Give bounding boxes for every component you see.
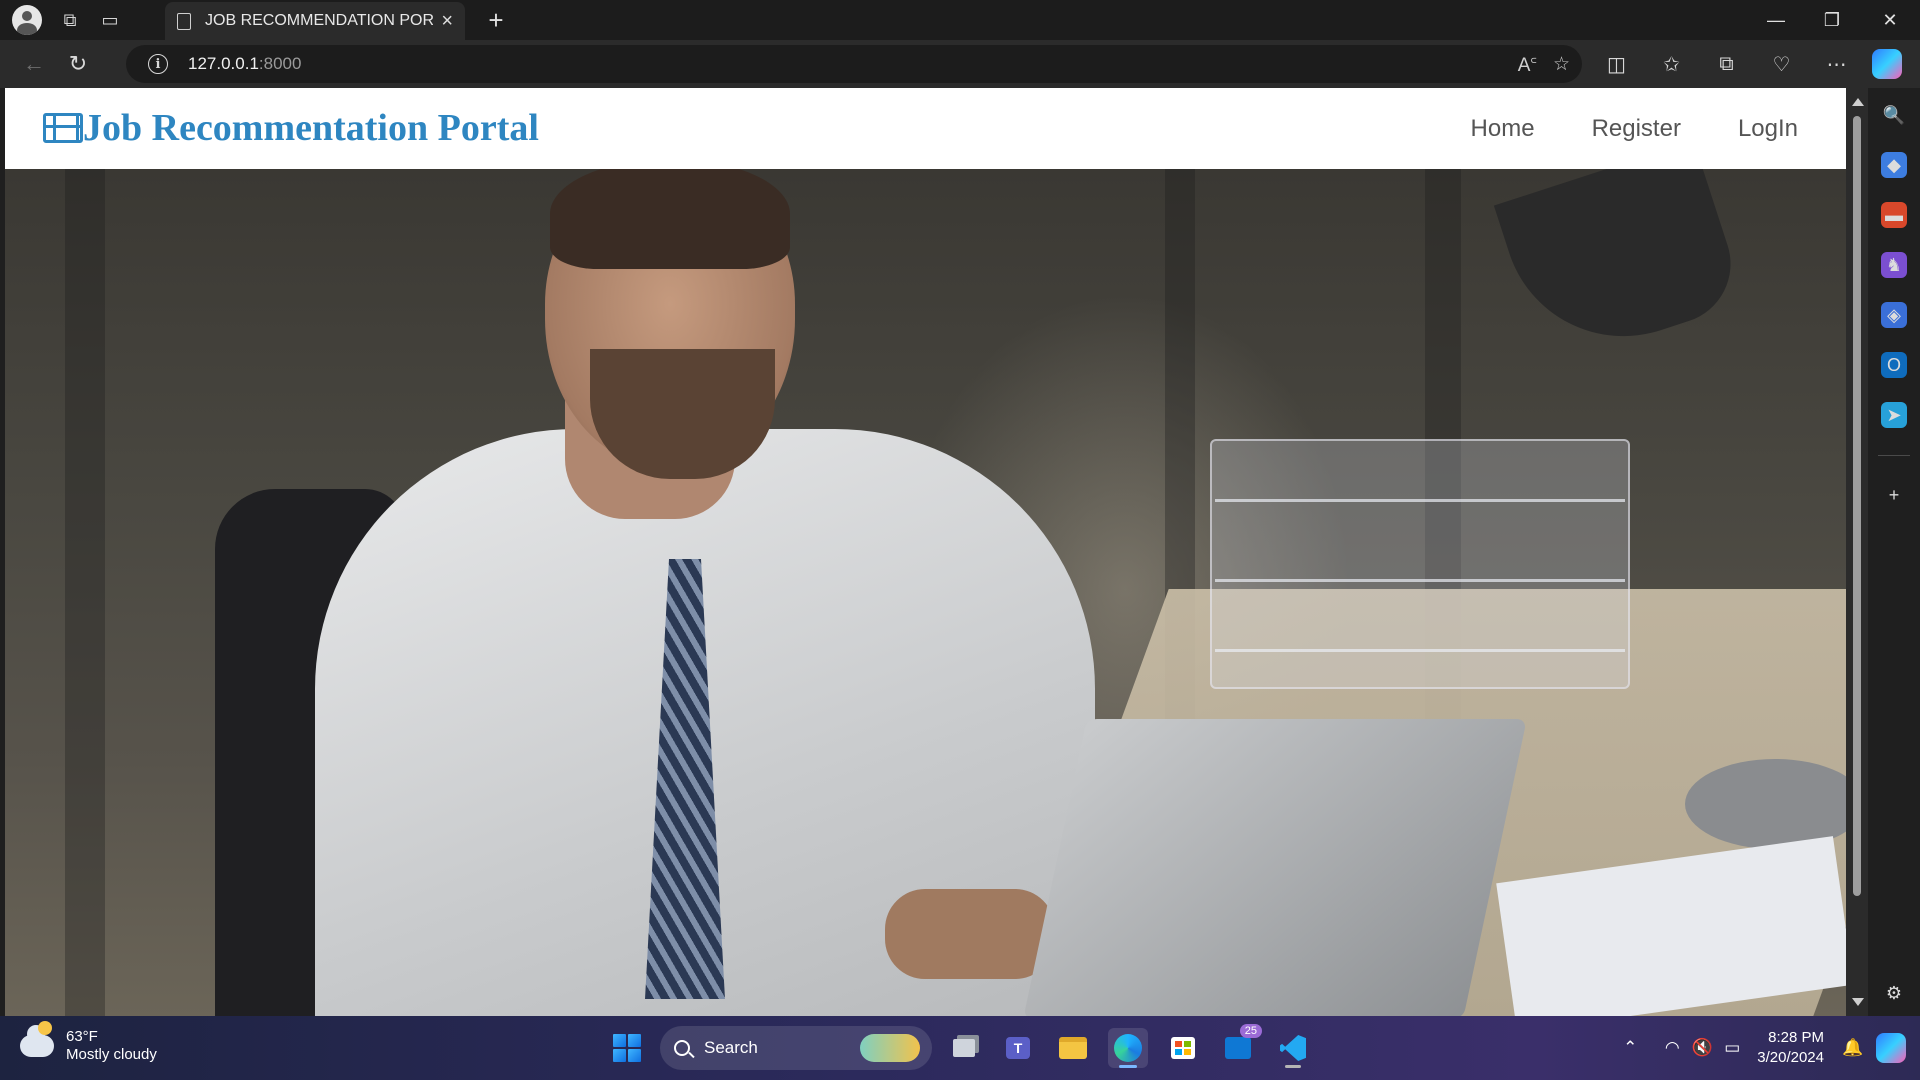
task-view-icon[interactable]: [944, 1028, 984, 1068]
window-frame: [65, 169, 105, 1016]
copilot-taskbar-icon[interactable]: [1876, 1033, 1906, 1063]
hero-image: [5, 169, 1846, 1016]
url-port: :8000: [258, 54, 302, 73]
edge-browser-icon[interactable]: [1108, 1028, 1148, 1068]
nav-login-link[interactable]: LogIn: [1738, 115, 1798, 143]
split-screen-icon[interactable]: ◫: [1589, 44, 1644, 84]
file-explorer-icon[interactable]: [1053, 1028, 1093, 1068]
search-icon: [674, 1040, 690, 1056]
collections-icon[interactable]: ⧉: [1699, 44, 1754, 84]
favorite-star-icon[interactable]: ☆: [1553, 53, 1570, 76]
search-label: Search: [704, 1038, 758, 1057]
volume-muted-icon[interactable]: 🔇: [1687, 1038, 1717, 1058]
maximize-button[interactable]: ❐: [1804, 0, 1860, 40]
nav-home-link[interactable]: Home: [1471, 115, 1535, 143]
brand-logo[interactable]: Job Recommentation Portal: [43, 106, 539, 150]
weather-cloud-icon: [20, 1021, 54, 1057]
sidebar-tools-icon[interactable]: ▬: [1881, 202, 1907, 228]
sidebar-outlook-icon[interactable]: O: [1881, 352, 1907, 378]
browser-title-bar: ⧉ ▭ JOB RECOMMENDATION PORTAL × + — ❐ ✕: [0, 0, 1920, 40]
sidebar-drop-icon[interactable]: ➤: [1881, 402, 1907, 428]
clock[interactable]: 8:28 PM 3/20/2024: [1757, 1028, 1824, 1068]
favorites-icon[interactable]: ✩: [1644, 44, 1699, 84]
refresh-icon[interactable]: ↻: [56, 44, 100, 84]
vscode-icon[interactable]: [1273, 1028, 1313, 1068]
microsoft-store-icon[interactable]: [1163, 1028, 1203, 1068]
sidebar-settings-icon[interactable]: ⚙: [1881, 980, 1907, 1006]
running-app-indicator: [1285, 1065, 1301, 1068]
url-host: 127.0.0.1: [188, 54, 259, 73]
sidebar-games-icon[interactable]: ♞: [1881, 252, 1907, 278]
new-tab-button[interactable]: +: [478, 2, 514, 38]
back-arrow-icon[interactable]: ←: [12, 44, 56, 84]
brand-title: Job Recommentation Portal: [83, 107, 539, 149]
clock-time: 8:28 PM: [1768, 1029, 1824, 1046]
close-window-button[interactable]: ✕: [1862, 0, 1918, 40]
person-hair: [550, 169, 790, 269]
scroll-thumb[interactable]: [1853, 116, 1861, 896]
tab-actions-icon[interactable]: ▭: [90, 0, 130, 40]
wifi-icon[interactable]: ◠: [1657, 1038, 1687, 1058]
teams-icon[interactable]: T: [998, 1028, 1038, 1068]
notification-bell-icon[interactable]: 🔔: [1838, 1038, 1868, 1058]
tray-shelf: [1215, 579, 1625, 582]
system-tray: ⌃ ◠ 🔇 ▭ 8:28 PM 3/20/2024 🔔: [1615, 1016, 1920, 1080]
close-tab-icon[interactable]: ×: [441, 10, 453, 33]
clock-date: 3/20/2024: [1757, 1049, 1824, 1066]
person-hand: [885, 889, 1055, 979]
tray-shelf: [1215, 649, 1625, 652]
address-bar[interactable]: i 127.0.0.1:8000 A꜂ ☆: [126, 45, 1582, 83]
mail-icon[interactable]: 25: [1218, 1024, 1262, 1068]
browser-toolbar: ← ↻ i 127.0.0.1:8000 A꜂ ☆ ◫ ✩ ⧉ ♡ ⋯: [0, 40, 1920, 88]
scroll-up-icon[interactable]: [1852, 98, 1864, 106]
nav-register-link[interactable]: Register: [1592, 115, 1681, 143]
desk-lamp: [1493, 169, 1747, 368]
sidebar-add-icon[interactable]: +: [1881, 482, 1907, 508]
tray-shelf: [1215, 499, 1625, 502]
sidebar-microsoft365-icon[interactable]: ◈: [1881, 302, 1907, 328]
battery-icon[interactable]: ▭: [1717, 1038, 1747, 1058]
film-icon: [43, 113, 83, 143]
mail-badge: 25: [1239, 1024, 1262, 1038]
scroll-down-icon[interactable]: [1852, 998, 1864, 1006]
page-scrollbar[interactable]: [1846, 88, 1868, 1016]
show-hidden-icons-chevron-icon[interactable]: ⌃: [1615, 1038, 1645, 1058]
read-aloud-icon[interactable]: A꜂: [1518, 51, 1537, 77]
edge-sidebar: 🔍 ◆ ▬ ♞ ◈ O ➤ + ⚙: [1868, 88, 1920, 1016]
copilot-icon[interactable]: [1872, 49, 1902, 79]
workspaces-icon[interactable]: ⧉: [50, 0, 90, 40]
site-header: Job Recommentation Portal Home Register …: [5, 88, 1846, 169]
sidebar-shopping-icon[interactable]: ◆: [1881, 152, 1907, 178]
start-windows-icon[interactable]: [613, 1034, 641, 1062]
sidebar-search-icon[interactable]: 🔍: [1881, 102, 1907, 128]
weather-desc: Mostly cloudy: [66, 1046, 157, 1063]
search-highlight-icon: [860, 1034, 920, 1062]
weather-widget[interactable]: 63°F Mostly cloudy: [20, 1021, 157, 1064]
active-app-indicator: [1119, 1065, 1137, 1068]
more-menu-icon[interactable]: ⋯: [1809, 44, 1864, 84]
weather-temp: 63°F: [66, 1028, 98, 1045]
tab-title: JOB RECOMMENDATION PORTAL: [205, 12, 434, 29]
sidebar-divider: [1878, 455, 1910, 456]
browser-essentials-icon[interactable]: ♡: [1754, 44, 1809, 84]
active-tab[interactable]: JOB RECOMMENDATION PORTAL ×: [165, 2, 465, 40]
site-info-icon[interactable]: i: [148, 54, 168, 74]
page-viewport: Job Recommentation Portal Home Register …: [5, 88, 1846, 1016]
address-bar-actions: A꜂ ☆: [1518, 45, 1570, 83]
toolbar-right: ◫ ✩ ⧉ ♡ ⋯: [1589, 44, 1920, 84]
person-beard: [590, 349, 775, 479]
windows-taskbar: 63°F Mostly cloudy Search T 25 ⌃ ◠ 🔇 ▭ 8…: [0, 1016, 1920, 1080]
laptop: [1023, 719, 1527, 1016]
taskbar-search[interactable]: Search: [660, 1026, 932, 1070]
page-icon: [177, 12, 191, 30]
profile-avatar-icon[interactable]: [12, 5, 42, 35]
minimize-button[interactable]: —: [1748, 0, 1804, 40]
site-nav: Home Register LogIn: [1471, 88, 1798, 169]
